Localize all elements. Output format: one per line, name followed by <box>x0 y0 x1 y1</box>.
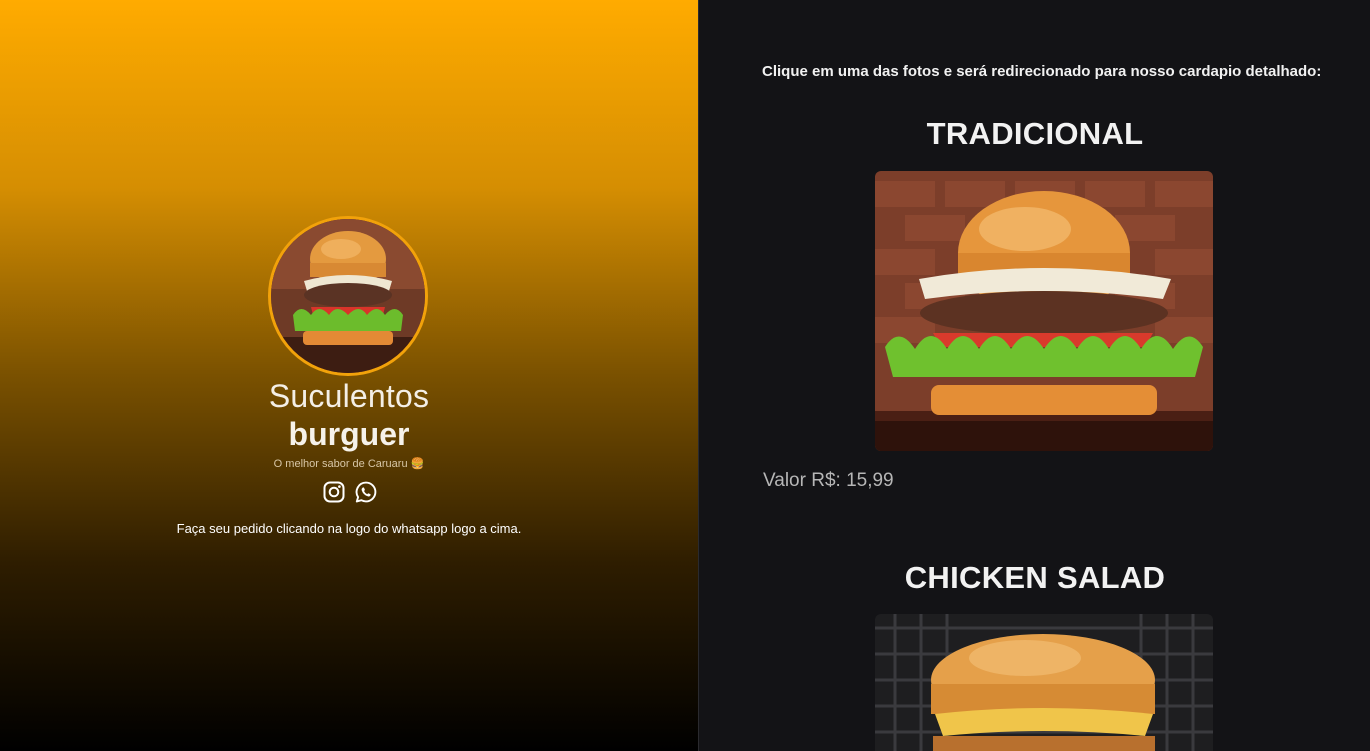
menu-item-photo-tradicional[interactable] <box>875 171 1213 451</box>
brand-name-line1: Suculentos <box>268 378 430 414</box>
tradicional-burger-image <box>875 171 1213 451</box>
menu-item-title: CHICKEN SALAD <box>904 560 1166 595</box>
chicken-salad-burger-image <box>875 614 1213 751</box>
avatar <box>268 216 428 376</box>
order-instruction: Faça seu pedido clicando na logo do what… <box>176 521 522 536</box>
menu-item-photo-chicken-salad[interactable] <box>875 614 1213 751</box>
menu-item-title: TRADICIONAL <box>926 116 1144 151</box>
menu-intro: Clique em uma das fotos e será redirecio… <box>762 63 1322 80</box>
panel-divider <box>698 0 699 751</box>
whatsapp-icon[interactable] <box>354 480 378 504</box>
tagline: O melhor sabor de Caruaru 🍔 <box>273 458 425 470</box>
menu-item-price: Valor R$: 15,99 <box>763 470 894 491</box>
brand-name-line2: burguer <box>288 416 410 452</box>
social-links <box>320 480 380 504</box>
burger-avatar-image <box>271 219 425 373</box>
instagram-icon[interactable] <box>322 480 346 504</box>
